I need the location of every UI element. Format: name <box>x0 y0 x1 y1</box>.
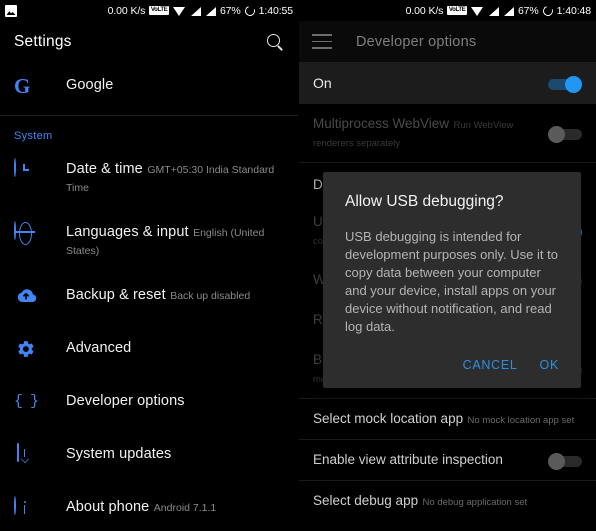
clock-icon <box>14 158 38 183</box>
screenshot-icon <box>5 4 17 17</box>
developer-options-app-bar: Developer options <box>299 21 596 62</box>
right-developer-options-panel: 0.00 K/s VoLTE 67% 1:40:48 Developer opt… <box>298 0 596 531</box>
clock-label: 1:40:55 <box>258 4 293 17</box>
dialog-title: Allow USB debugging? <box>345 193 504 210</box>
usb-debugging-dialog: Allow USB debugging? USB debugging is in… <box>323 172 581 388</box>
page-title: Developer options <box>356 33 477 50</box>
section-header-system: System <box>14 130 53 142</box>
globe-icon <box>14 221 38 246</box>
setting-label: Select mock location app <box>313 411 464 426</box>
multiprocess-webview-switch[interactable] <box>548 126 582 143</box>
settings-list: G Google System Date & time GMT+05:30 In… <box>0 62 298 531</box>
hamburger-menu-icon[interactable] <box>312 34 332 49</box>
wifi-icon <box>470 6 484 16</box>
view-attribute-inspection-switch[interactable] <box>548 453 582 470</box>
setting-label: Select debug app <box>313 493 419 508</box>
setting-sublabel: No mock location app set <box>467 415 575 426</box>
sidebar-item-about-phone[interactable]: About phone Android 7.1.1 <box>0 484 298 531</box>
volte-icon: VoLTE <box>447 6 467 15</box>
sidebar-item-label: Backup & reset <box>66 287 166 303</box>
developer-options-master-toggle-row[interactable]: On <box>299 62 596 104</box>
gear-icon <box>14 338 38 362</box>
page-title: Settings <box>14 32 72 50</box>
sidebar-item-label: Date & time <box>66 161 143 177</box>
sidebar-item-label: Languages & input <box>66 224 189 240</box>
sidebar-item-sublabel: Back up disabled <box>170 290 251 302</box>
network-speed-label: 0.00 K/s <box>405 4 444 17</box>
search-icon[interactable] <box>266 33 284 51</box>
sidebar-item-system-updates[interactable]: System updates <box>0 431 298 484</box>
setting-row-select-mock-location-app[interactable]: Select mock location app No mock locatio… <box>299 399 596 439</box>
signal-bars-icon-1 <box>488 6 499 16</box>
cloud-upload-icon <box>14 285 38 309</box>
sidebar-item-advanced[interactable]: Advanced <box>0 325 298 378</box>
network-speed-label: 0.00 K/s <box>107 4 146 17</box>
sidebar-item-label: System updates <box>66 446 172 462</box>
setting-label: Multiprocess WebView <box>313 116 450 131</box>
master-toggle-label: On <box>313 75 332 91</box>
setting-row-multiprocess-webview[interactable]: Multiprocess WebView Run WebView rendere… <box>299 104 596 162</box>
sidebar-item-label: Developer options <box>66 393 185 409</box>
google-g-icon: G <box>14 74 31 98</box>
volte-icon: VoLTE <box>149 6 169 15</box>
info-icon <box>14 496 38 521</box>
status-bar-right: 0.00 K/s VoLTE 67% 1:40:48 <box>299 0 596 21</box>
clock-label: 1:40:48 <box>556 4 591 17</box>
sidebar-item-label: Advanced <box>66 340 132 356</box>
screenshot-root: 0.00 K/s VoLTE 67% 1:40:55 Settings G Go… <box>0 0 596 531</box>
cancel-button[interactable]: CANCEL <box>463 358 518 372</box>
status-bar-left: 0.00 K/s VoLTE 67% 1:40:55 <box>0 0 298 21</box>
setting-sublabel: No debug application set <box>422 497 528 508</box>
sidebar-item-google[interactable]: G Google <box>0 62 298 115</box>
sidebar-item-languages-input[interactable]: Languages & input English (United States… <box>0 209 298 272</box>
braces-icon: { } <box>14 393 39 410</box>
signal-bars-icon-1 <box>190 6 201 16</box>
sidebar-item-sublabel: Android 7.1.1 <box>153 502 217 514</box>
settings-app-bar: Settings <box>0 21 298 62</box>
setting-row-select-debug-app[interactable]: Select debug app No debug application se… <box>299 481 596 521</box>
master-toggle-switch[interactable] <box>548 76 582 93</box>
signal-bars-icon-2 <box>205 6 216 16</box>
left-settings-panel: 0.00 K/s VoLTE 67% 1:40:55 Settings G Go… <box>0 0 298 531</box>
signal-bars-icon-2 <box>503 6 514 16</box>
setting-label: Enable view attribute inspection <box>313 452 503 467</box>
sidebar-item-label: Google <box>66 77 114 93</box>
ok-button[interactable]: OK <box>540 358 559 372</box>
sidebar-item-label: About phone <box>66 499 150 515</box>
sidebar-item-developer-options[interactable]: { } Developer options <box>0 378 298 431</box>
battery-circle-icon <box>541 3 555 18</box>
sidebar-item-date-time[interactable]: Date & time GMT+05:30 India Standard Tim… <box>0 146 298 209</box>
battery-percent-label: 67% <box>219 4 241 17</box>
system-update-icon <box>14 443 38 468</box>
sidebar-item-backup-reset[interactable]: Backup & reset Back up disabled <box>0 272 298 325</box>
dialog-body: USB debugging is intended for developmen… <box>345 229 558 334</box>
battery-percent-label: 67% <box>517 4 539 17</box>
setting-row-enable-view-attribute-inspection[interactable]: Enable view attribute inspection <box>299 440 596 480</box>
wifi-icon <box>172 6 186 16</box>
battery-circle-icon <box>243 3 257 18</box>
dialog-actions: CANCEL OK <box>345 336 559 380</box>
